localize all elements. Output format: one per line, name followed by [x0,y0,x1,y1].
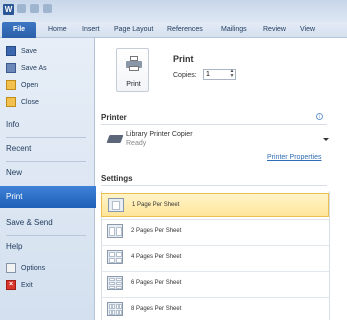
tab-page-layout[interactable]: Page Layout [114,22,153,38]
save-icon [6,46,16,56]
copies-label: Copies: [173,72,197,79]
option-label: 2 Pages Per Sheet [131,228,182,234]
tab-mailings[interactable]: Mailings [221,22,247,38]
printer-glyph-icon [106,135,124,143]
open-folder-icon [6,80,16,90]
save-label: Save [21,47,37,55]
divider [101,185,327,186]
qat-save-icon[interactable] [17,4,26,13]
settings-heading: Settings [101,174,133,183]
close-command[interactable]: Close [6,94,39,110]
save-command[interactable]: Save [6,43,37,59]
two-pages-thumb-icon [107,224,123,238]
tab-references[interactable]: References [167,22,203,38]
exit-command[interactable]: × Exit [6,277,33,293]
option-8-pages-per-sheet[interactable]: 8 Pages Per Sheet [101,297,329,320]
backstage-tab-print[interactable]: Print [0,186,110,208]
option-label: 4 Pages Per Sheet [131,254,182,260]
backstage-tab-help[interactable]: Help [0,236,95,258]
exit-label: Exit [21,281,33,289]
print-heading: Print [173,54,194,64]
options-command[interactable]: Options [6,260,45,276]
print-pane: Print Print Copies: ▲▼ Printer i Library… [96,38,347,320]
option-label: 6 Pages Per Sheet [131,280,182,286]
close-label: Close [21,98,39,106]
backstage-tab-recent[interactable]: Recent [0,138,95,160]
backstage-tab-info[interactable]: Info [0,114,95,136]
backstage-tab-new[interactable]: New [0,162,95,184]
option-label: 1 Page Per Sheet [132,202,180,208]
tab-insert[interactable]: Insert [82,22,100,38]
save-as-label: Save As [21,64,47,72]
printer-name: Library Printer Copier [126,131,193,138]
tab-review[interactable]: Review [263,22,286,38]
qat-redo-icon[interactable] [43,4,52,13]
file-tab[interactable]: File [2,22,36,38]
printer-dropdown[interactable]: Library Printer Copier Ready [101,128,330,152]
save-as-command[interactable]: Save As [6,60,47,76]
info-icon[interactable]: i [316,113,323,120]
options-icon [6,263,16,273]
one-page-thumb-icon [108,198,124,212]
printer-heading: Printer [101,113,127,122]
title-bar: W [0,0,347,22]
copies-spinner[interactable]: ▲ ▼ [228,69,236,80]
divider [101,124,327,125]
chevron-down-icon [323,138,329,141]
option-label: 8 Pages Per Sheet [131,306,182,312]
options-label: Options [21,264,46,272]
eight-pages-thumb-icon [107,302,123,316]
tab-home[interactable]: Home [48,22,67,38]
printer-icon [126,56,142,71]
save-as-icon [6,63,16,73]
ribbon-tab-bar: File Home Insert Page Layout References … [0,22,347,38]
print-button-label: Print [126,81,141,88]
printer-properties-link[interactable]: Printer Properties [267,154,321,161]
open-label: Open [21,81,39,89]
option-1-page-per-sheet[interactable]: 1 Page Per Sheet [101,193,329,217]
close-folder-icon [6,97,16,107]
open-command[interactable]: Open [6,77,38,93]
four-pages-thumb-icon [107,250,123,264]
quick-access-toolbar [17,4,52,13]
option-6-pages-per-sheet[interactable]: 6 Pages Per Sheet [101,271,329,295]
print-button[interactable]: Print [116,48,149,92]
qat-undo-icon[interactable] [30,4,39,13]
tab-view[interactable]: View [300,22,315,38]
option-4-pages-per-sheet[interactable]: 4 Pages Per Sheet [101,245,329,269]
word-app-icon[interactable]: W [3,4,14,15]
exit-icon: × [6,280,16,290]
backstage-navigation: Save Save As Open Close Info Recent New … [0,38,110,320]
option-2-pages-per-sheet[interactable]: 2 Pages Per Sheet [101,219,329,243]
printer-status: Ready [126,140,147,147]
backstage-tab-save-send[interactable]: Save & Send [0,212,95,234]
six-pages-thumb-icon [107,276,123,290]
